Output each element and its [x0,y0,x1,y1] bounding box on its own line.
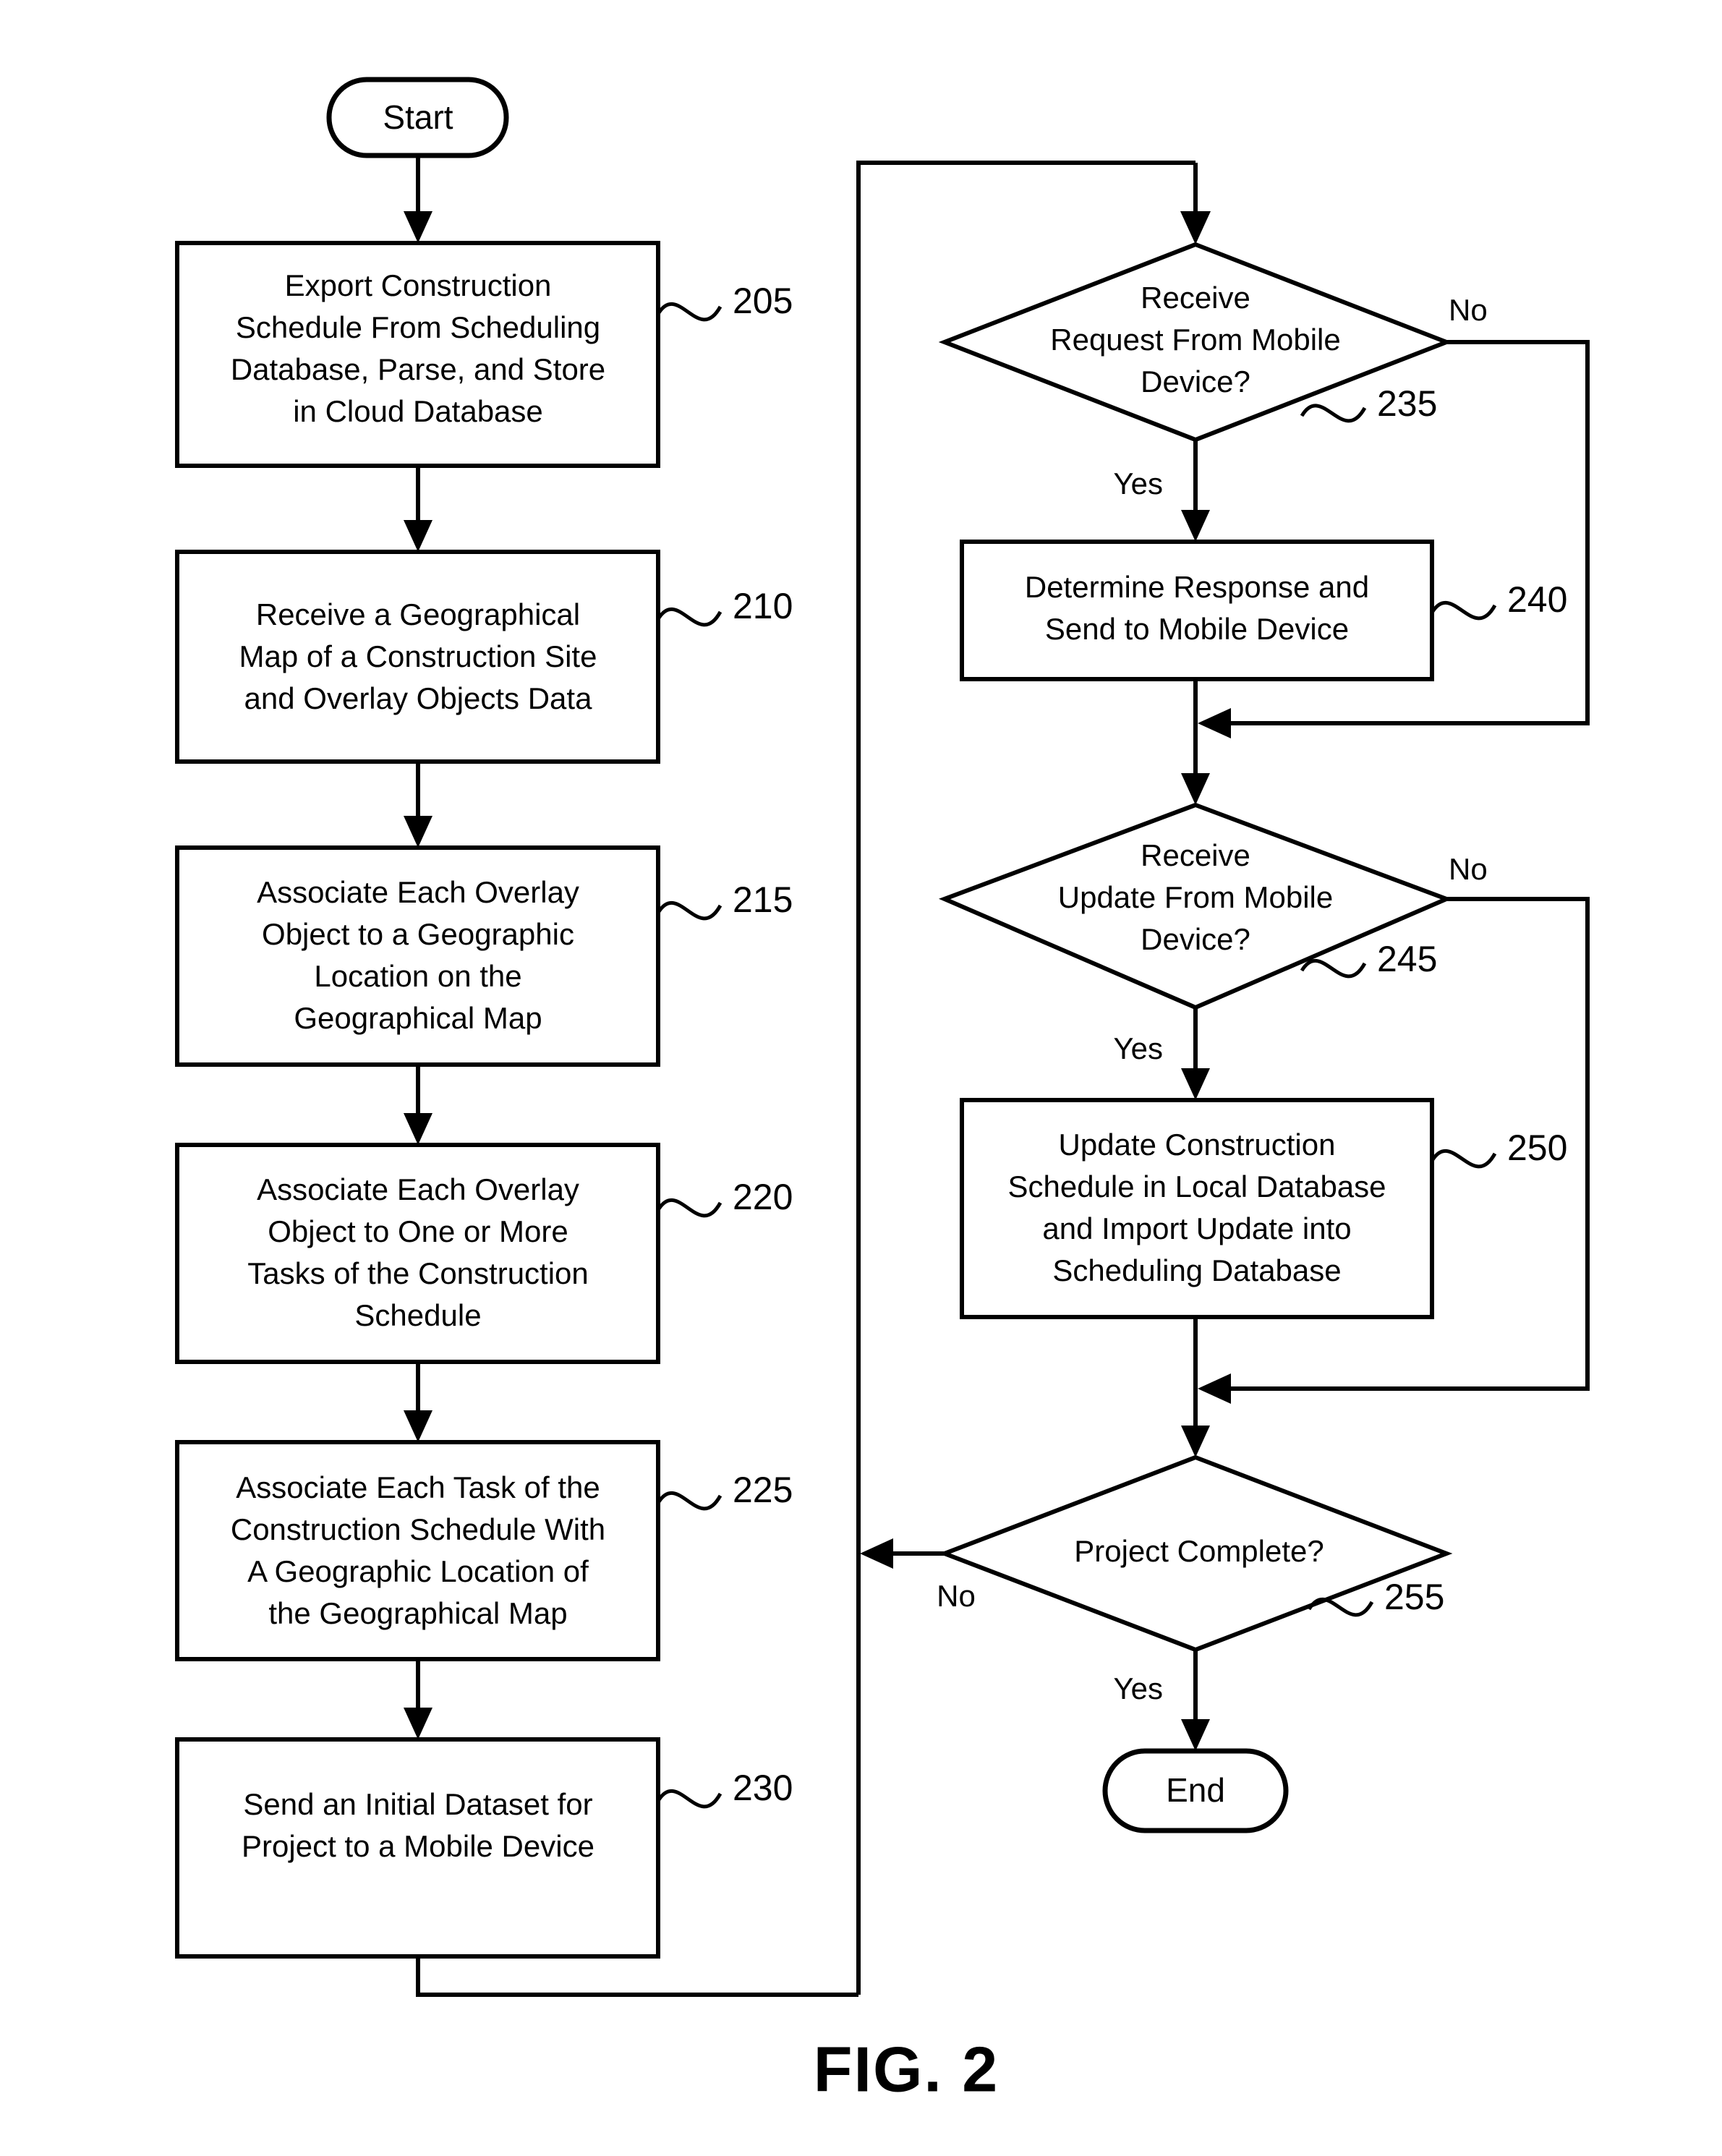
edge-245-yes-to-250 [1181,1007,1210,1100]
node-220[interactable]: Associate Each Overlay Object to One or … [175,1143,793,1364]
diamond-255-line-0: Project Complete? [1074,1534,1324,1568]
diamond-235-line-1: Request From Mobile [1050,323,1340,357]
edge-220-to-225 [404,1362,432,1442]
edge-215-to-220 [404,1065,432,1145]
box-215-line-2: Location on the [314,959,521,993]
edge-235-yes-to-240 [1181,440,1210,542]
edge-205-to-210 [404,466,432,552]
node-end[interactable]: End [1102,1748,1289,1833]
figure-caption: FIG. 2 [814,2033,999,2105]
ref-number-255: 255 [1384,1577,1444,1617]
box-220-line-3: Schedule [354,1298,481,1332]
node-225[interactable]: Associate Each Task of the Construction … [175,1440,793,1661]
diamond-245-line-1: Update From Mobile [1058,880,1333,914]
edge-210-to-215 [404,762,432,848]
edge-255-yes-to-end [1181,1650,1210,1751]
process-box-240 [960,540,1434,681]
ref-number-220: 220 [733,1177,793,1217]
node-245[interactable]: Receive Update From Mobile Device? 245 [938,802,1453,1010]
ref-number-240: 240 [1507,579,1567,620]
box-220-line-0: Associate Each Overlay [257,1172,579,1206]
box-250-line-0: Update Construction [1059,1128,1336,1162]
edge-label-235-no: No [1449,293,1488,327]
box-205-line-0: Export Construction [285,268,552,302]
node-255[interactable]: Project Complete? 255 [938,1454,1453,1653]
flowchart-canvas: Start Export Construction Schedule From … [175,77,1590,2105]
edge-label-255-no: No [937,1579,976,1613]
box-250-line-3: Scheduling Database [1052,1253,1341,1287]
edge-240-to-245 [1181,679,1210,805]
box-225-line-3: the Geographical Map [268,1596,567,1630]
box-225-line-0: Associate Each Task of the [236,1470,600,1504]
box-215-line-3: Geographical Map [294,1001,542,1035]
box-250-line-1: Schedule in Local Database [1007,1169,1386,1203]
ref-number-250: 250 [1507,1128,1567,1168]
box-210-line-1: Map of a Construction Site [239,639,597,673]
box-205-line-1: Schedule From Scheduling [236,310,600,344]
box-215-line-0: Associate Each Overlay [257,875,579,909]
ref-number-245: 245 [1377,939,1437,979]
box-205-line-3: in Cloud Database [293,394,543,428]
diamond-235-line-2: Device? [1141,365,1250,399]
box-215-line-1: Object to a Geographic [262,917,574,951]
loop-back-rail [856,161,1211,1995]
diamond-235-line-0: Receive [1141,281,1250,315]
box-230-line-0: Send an Initial Dataset for [243,1787,592,1821]
box-230-line-1: Project to a Mobile Device [242,1829,594,1863]
diamond-245-line-0: Receive [1141,838,1250,872]
node-250[interactable]: Update Construction Schedule in Local Da… [960,1098,1567,1319]
ref-number-210: 210 [733,586,793,626]
edge-label-235-yes: Yes [1113,466,1163,500]
node-240[interactable]: Determine Response and Send to Mobile De… [960,540,1567,681]
box-250-line-2: and Import Update into [1042,1211,1351,1245]
node-230[interactable]: Send an Initial Dataset for Project to a… [175,1737,793,1959]
node-start[interactable]: Start [326,77,509,158]
box-220-line-2: Tasks of the Construction [247,1256,589,1290]
ref-number-205: 205 [733,281,793,321]
edge-label-255-yes: Yes [1113,1671,1163,1705]
edge-label-245-no: No [1449,852,1488,886]
ref-number-230: 230 [733,1768,793,1808]
box-205-line-2: Database, Parse, and Store [231,352,605,386]
edge-230-to-loop-rail [416,1956,858,1997]
box-240-line-1: Send to Mobile Device [1045,612,1349,646]
edge-225-to-230 [404,1659,432,1739]
start-label: Start [383,98,453,136]
diamond-245-line-2: Device? [1141,922,1250,956]
ref-number-235: 235 [1377,383,1437,424]
box-225-line-1: Construction Schedule With [231,1512,605,1546]
box-240-line-0: Determine Response and [1025,570,1369,604]
edge-255-no-to-rail [860,1538,945,1569]
ref-number-225: 225 [733,1470,793,1510]
node-205[interactable]: Export Construction Schedule From Schedu… [175,241,793,468]
box-220-line-1: Object to One or More [268,1214,568,1248]
node-210[interactable]: Receive a Geographical Map of a Construc… [175,550,793,764]
box-225-line-2: A Geographic Location of [247,1554,589,1588]
figure-sheet: Start Export Construction Schedule From … [0,0,1722,2156]
node-215[interactable]: Associate Each Overlay Object to a Geogr… [175,845,793,1067]
box-210-line-0: Receive a Geographical [256,597,580,631]
edge-label-245-yes: Yes [1113,1031,1163,1065]
box-210-line-2: and Overlay Objects Data [244,681,593,715]
end-label: End [1166,1771,1225,1809]
ref-number-215: 215 [733,879,793,920]
node-235[interactable]: Receive Request From Mobile Device? 235 [938,242,1453,443]
edge-start-to-205 [404,155,432,243]
